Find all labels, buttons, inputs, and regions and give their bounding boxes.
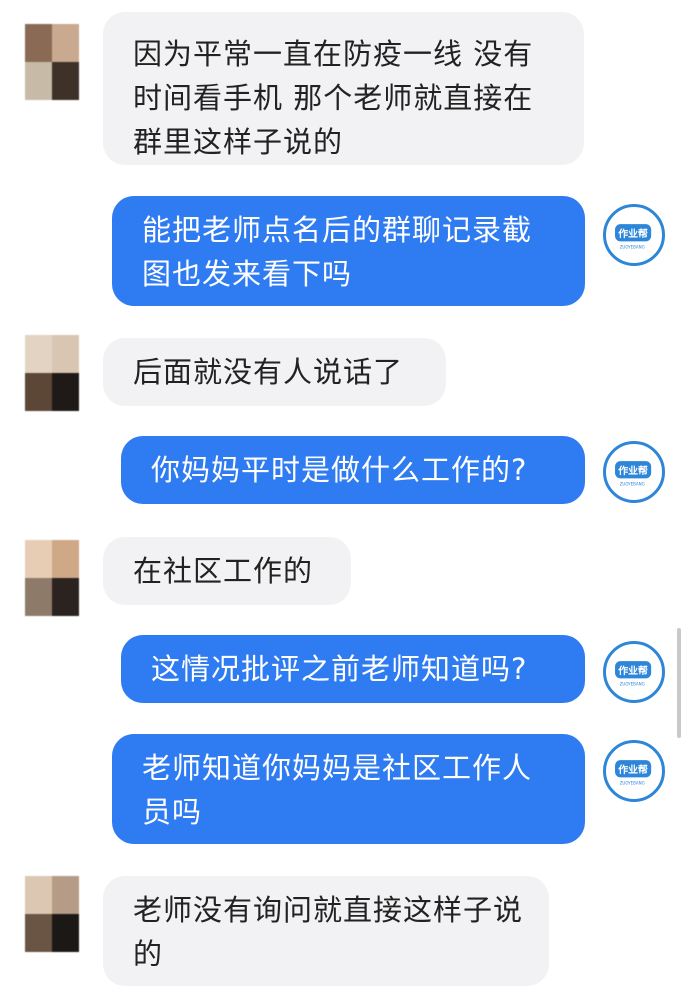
message-bubble-incoming[interactable]: 老师没有询问就直接这样子说的 bbox=[103, 876, 549, 986]
zuoyebang-logo-icon: 作业帮 ZUOYEBANG bbox=[615, 461, 652, 487]
message-bubble-outgoing[interactable]: 能把老师点名后的群聊记录截图也发来看下吗 bbox=[112, 196, 585, 306]
user-avatar[interactable] bbox=[25, 335, 79, 411]
svg-text:ZUOYEBANG: ZUOYEBANG bbox=[620, 482, 645, 487]
assistant-avatar-logo-icon[interactable]: 作业帮 ZUOYEBANG bbox=[603, 441, 665, 503]
message-bubble-outgoing[interactable]: 这情况批评之前老师知道吗? bbox=[121, 635, 585, 703]
svg-text:ZUOYEBANG: ZUOYEBANG bbox=[620, 682, 645, 687]
assistant-avatar-logo-icon[interactable]: 作业帮 ZUOYEBANG bbox=[603, 740, 665, 802]
assistant-avatar-logo-icon[interactable]: 作业帮 ZUOYEBANG bbox=[603, 641, 665, 703]
message-bubble-incoming[interactable]: 在社区工作的 bbox=[103, 537, 351, 605]
message-bubble-incoming[interactable]: 因为平常一直在防疫一线 没有时间看手机 那个老师就直接在群里这样子说的 bbox=[103, 12, 584, 165]
assistant-avatar-logo-icon[interactable]: 作业帮 ZUOYEBANG bbox=[603, 204, 665, 266]
zuoyebang-logo-icon: 作业帮 ZUOYEBANG bbox=[615, 760, 652, 786]
message-bubble-outgoing[interactable]: 你妈妈平时是做什么工作的? bbox=[121, 436, 585, 504]
zuoyebang-logo-icon: 作业帮 ZUOYEBANG bbox=[615, 661, 652, 687]
svg-text:作业帮: 作业帮 bbox=[618, 664, 648, 677]
svg-text:作业帮: 作业帮 bbox=[618, 227, 648, 240]
chat-conversation: 因为平常一直在防疫一线 没有时间看手机 那个老师就直接在群里这样子说的 能把老师… bbox=[0, 0, 689, 1000]
svg-text:ZUOYEBANG: ZUOYEBANG bbox=[620, 245, 645, 250]
user-avatar[interactable] bbox=[25, 540, 79, 616]
svg-text:ZUOYEBANG: ZUOYEBANG bbox=[620, 781, 645, 786]
user-avatar[interactable] bbox=[25, 24, 79, 100]
user-avatar[interactable] bbox=[25, 876, 79, 952]
zuoyebang-logo-icon: 作业帮 ZUOYEBANG bbox=[615, 224, 652, 250]
message-bubble-incoming[interactable]: 后面就没有人说话了 bbox=[103, 338, 446, 406]
svg-text:作业帮: 作业帮 bbox=[618, 464, 648, 477]
message-bubble-outgoing[interactable]: 老师知道你妈妈是社区工作人员吗 bbox=[112, 734, 585, 844]
svg-text:作业帮: 作业帮 bbox=[618, 763, 648, 776]
scrollbar[interactable] bbox=[677, 628, 681, 738]
